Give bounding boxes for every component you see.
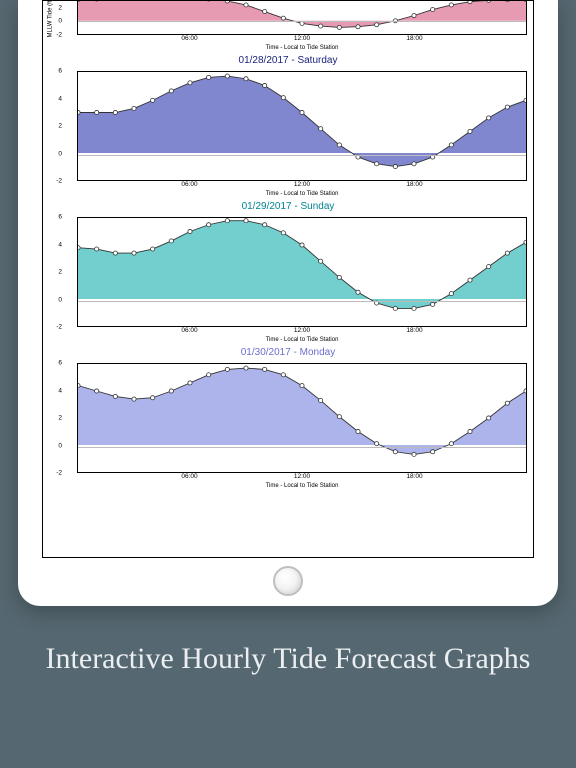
y-tick-label: 4: [48, 95, 62, 102]
x-axis-label: Time - Local to Tide Station: [77, 191, 527, 197]
marketing-caption: Interactive Hourly Tide Forecast Graphs: [0, 606, 576, 678]
chart-scroll-view[interactable]: -202MLLW Tide (ft)06:0012:0018:00Time - …: [42, 0, 534, 558]
y-tick-label: -2: [48, 324, 62, 331]
tide-chart-panel[interactable]: -20246MLLW Tide (ft)06:0012:0018:00Time …: [43, 217, 533, 363]
chart-plot-area[interactable]: [77, 217, 527, 327]
x-tick-label: 06:00: [181, 181, 197, 188]
day-heading: 01/28/2017 - Saturday: [43, 55, 533, 66]
chart-plot-area[interactable]: [77, 363, 527, 473]
y-tick-label: 0: [48, 442, 62, 449]
x-axis-label: Time - Local to Tide Station: [77, 45, 527, 51]
day-heading: 01/29/2017 - Sunday: [43, 201, 533, 212]
x-tick-label: 12:00: [294, 35, 310, 42]
chart-plot-area[interactable]: [77, 1, 527, 35]
y-tick-label: 0: [48, 150, 62, 157]
tide-chart-panel[interactable]: -202MLLW Tide (ft)06:0012:0018:00Time - …: [43, 1, 533, 71]
x-tick-label: 06:00: [181, 327, 197, 334]
y-tick-label: 6: [48, 360, 62, 367]
x-tick-label: 12:00: [294, 181, 310, 188]
x-tick-label: 12:00: [294, 327, 310, 334]
x-tick-label: 06:00: [181, 35, 197, 42]
y-tick-label: -2: [48, 178, 62, 185]
day-heading: 01/30/2017 - Monday: [43, 347, 533, 358]
y-tick-label: 4: [48, 241, 62, 248]
x-tick-label: 12:00: [294, 473, 310, 480]
y-tick-label: 6: [48, 68, 62, 75]
x-tick-label: 18:00: [406, 327, 422, 334]
x-tick-label: 06:00: [181, 473, 197, 480]
tablet-frame: -202MLLW Tide (ft)06:0012:0018:00Time - …: [18, 0, 558, 606]
x-tick-label: 18:00: [406, 473, 422, 480]
tide-chart-panel[interactable]: -20246MLLW Tide (ft)06:0012:0018:00Time …: [43, 363, 533, 509]
y-tick-label: 0: [48, 296, 62, 303]
home-button[interactable]: [273, 566, 303, 596]
y-tick-label: -2: [48, 470, 62, 477]
y-tick-label: 6: [48, 214, 62, 221]
x-axis-label: Time - Local to Tide Station: [77, 483, 527, 489]
x-axis-label: Time - Local to Tide Station: [77, 337, 527, 343]
x-tick-label: 18:00: [406, 35, 422, 42]
chart-plot-area[interactable]: [77, 71, 527, 181]
y-tick-label: 4: [48, 387, 62, 394]
x-tick-label: 18:00: [406, 181, 422, 188]
tide-chart-panel[interactable]: -20246MLLW Tide (ft)06:0012:0018:00Time …: [43, 71, 533, 217]
